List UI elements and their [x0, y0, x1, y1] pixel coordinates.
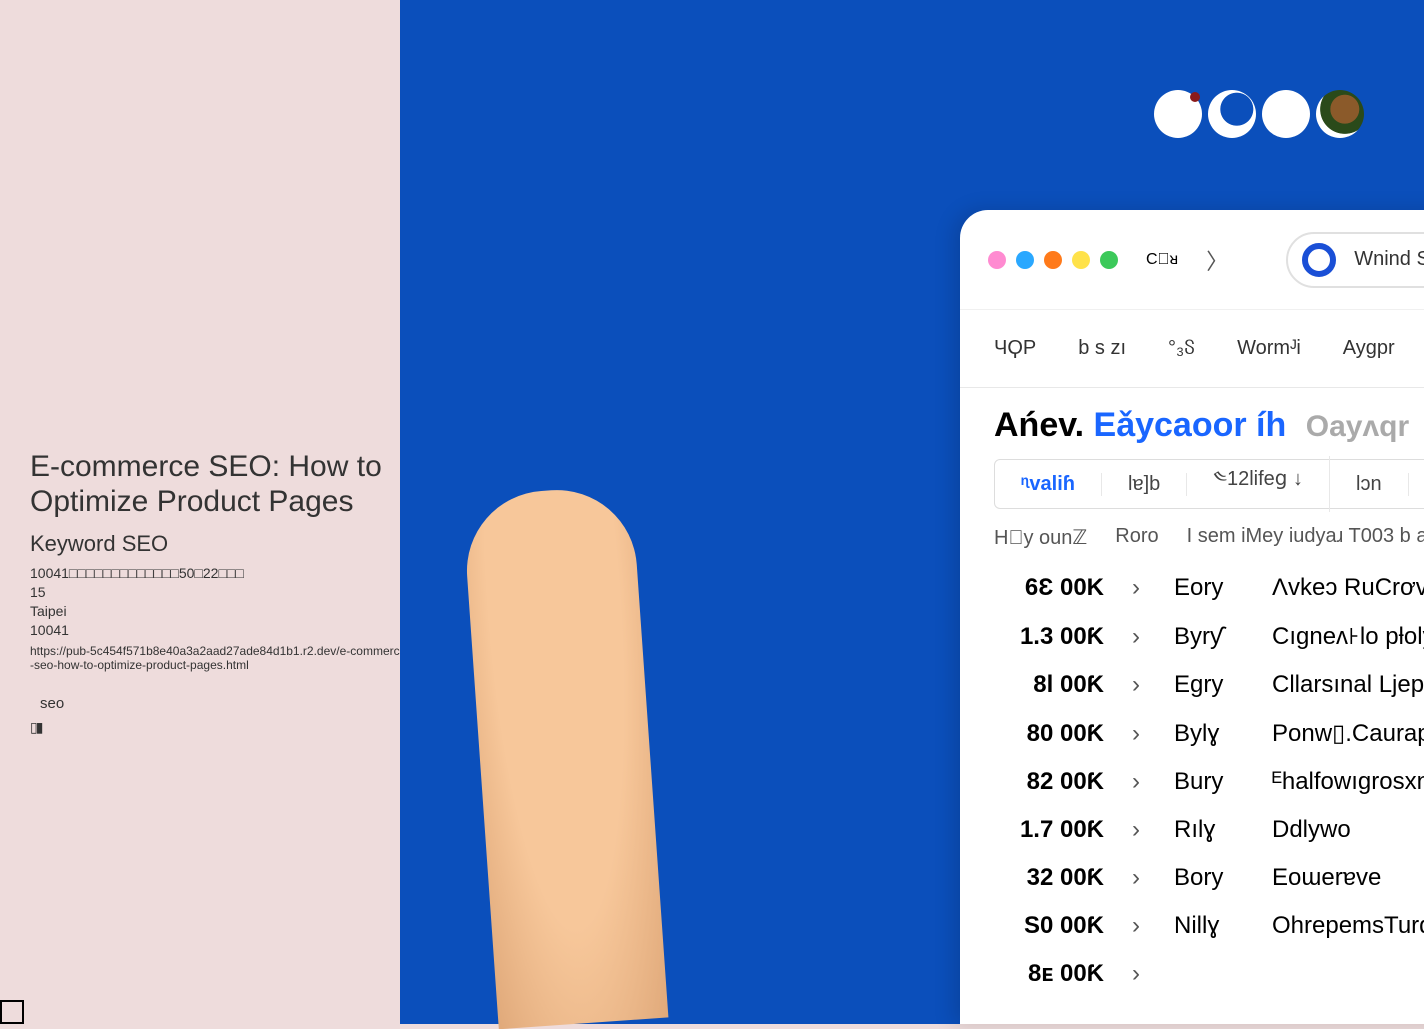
- address-line-2: 15: [30, 584, 410, 600]
- hero-panel: C⃔ᴚ 〉 Wnind Sроіеch Ovsaroning ?mats αit…: [400, 0, 1424, 1024]
- titlebar: C⃔ᴚ 〉 Wnind Sроіеch Ovsaroning ?mats αit…: [960, 210, 1424, 310]
- sub-cell: Roro: [1115, 525, 1158, 550]
- dot-icon: [1016, 251, 1034, 269]
- table-row[interactable]: 1.7 00Ƙ›RılɣDdlyᴡo: [994, 806, 1424, 854]
- tab-bar: ЧϘΡ b s zı °₃ჽ Wormᴶi Aygpr ⟨ Tē Tigeľv,…: [960, 310, 1424, 388]
- main-content: Ańev. Eǎyсaoor íh Oayᴧqr ᶯvaliɦ lɐ]b ༤12…: [960, 388, 1424, 1016]
- filter[interactable]: lɔn: [1330, 473, 1409, 496]
- tag-chip[interactable]: seo: [30, 691, 74, 716]
- filter[interactable]: lɐ]b: [1102, 473, 1187, 496]
- breadcrumb-part: Oayᴧqr: [1306, 410, 1409, 443]
- search-text: Wnind Sроіеch Ovsaroning ?mats αitl ··: [1354, 248, 1424, 271]
- source-url: https://pub-5c454f571b8e40a3a2aad27ade84…: [30, 644, 410, 672]
- table-row[interactable]: 8ᴇ 00Ƙ›: [994, 950, 1424, 998]
- logo-icon: [1316, 90, 1364, 138]
- table-row[interactable]: 1.3 00Ƙ›ByrƴCıgneᴧ꜔lo pƚolynrke: [994, 612, 1424, 661]
- article-meta: E-commerce SEO: How to Optimize Product …: [30, 450, 410, 737]
- filter[interactable]: ༤12lifeց ↓: [1187, 456, 1330, 512]
- dot-icon: [1100, 251, 1118, 269]
- filter[interactable]: ⟿]: [1409, 472, 1424, 497]
- chevron-right-icon: ›: [1132, 768, 1146, 796]
- table-row[interactable]: S0 00Ƙ›NillɣOhrepemsTurɑre: [994, 902, 1424, 950]
- tab[interactable]: °₃ჽ: [1168, 337, 1195, 360]
- sub-cell: I sem iMey iudyaɹ T003 b a: [1187, 525, 1424, 550]
- address-city: Taipei: [30, 603, 410, 619]
- table-row[interactable]: 32 00Ƙ›BoryEoɯerɐve: [994, 854, 1424, 902]
- logo-icon: [1262, 90, 1310, 138]
- address-zip: 10041: [30, 622, 410, 638]
- chevron-right-icon: ›: [1132, 864, 1146, 892]
- search-bar[interactable]: Wnind Sроіеch Ovsaroning ?mats αitl ··: [1286, 232, 1424, 288]
- table-row[interactable]: 80 00Ƙ›BylɣPonw▯.Caurapeɗnth: [994, 709, 1424, 758]
- page-title: E-commerce SEO: How to Optimize Product …: [30, 450, 410, 519]
- search-icon: [1302, 243, 1336, 277]
- chevron-right-icon: ›: [1132, 671, 1146, 699]
- chevron-right-icon: ›: [1132, 623, 1146, 651]
- logo-icon: [1208, 90, 1256, 138]
- breadcrumb: Ańev. Eǎyсaoor íh Oayᴧqr: [994, 406, 1424, 445]
- table-row[interactable]: 8l 00Ƙ›EgryCllarsınal Ljeper: [994, 661, 1424, 709]
- breadcrumb-part: Ańev.: [994, 406, 1084, 444]
- tab[interactable]: b s zı: [1078, 337, 1126, 360]
- table-row[interactable]: 82 00Ƙ›Buryᴱhalfowıgrosxn: [994, 758, 1424, 806]
- table-row[interactable]: 6Ɛ 00K›EoryɅvkeɔ RuCrơves: [994, 564, 1424, 612]
- tab[interactable]: ЧϘΡ: [994, 337, 1036, 360]
- dot-icon: [988, 251, 1006, 269]
- chevron-right-icon: ›: [1132, 816, 1146, 844]
- filter[interactable]: ᶯvaliɦ: [995, 473, 1102, 496]
- chevron-right-icon: ›: [1132, 720, 1146, 748]
- page-subtitle: Keyword SEO: [30, 531, 410, 557]
- logo-group: [1154, 90, 1364, 138]
- chevron-right-icon: ›: [1132, 960, 1146, 988]
- sub-cell: H⃭y ounℤ: [994, 525, 1087, 550]
- browser-window: C⃔ᴚ 〉 Wnind Sроіеch Ovsaroning ?mats αit…: [960, 210, 1424, 1024]
- chevron-right-icon: ›: [1132, 912, 1146, 940]
- tab[interactable]: Aygpr: [1343, 337, 1395, 360]
- forward-icon[interactable]: 〉: [1206, 244, 1228, 276]
- filter-row: ᶯvaliɦ lɐ]b ༤12lifeց ↓ lɔn ⟿] ⎵ Tₖ ⟀_ Ex…: [994, 459, 1424, 509]
- tab[interactable]: Wormᴶi: [1237, 337, 1301, 360]
- subheader: H⃭y ounℤ Roro I sem iMey iudyaɹ T003 b a: [994, 525, 1424, 550]
- dot-icon: [1044, 251, 1062, 269]
- logo-icon: [1154, 90, 1202, 138]
- barcode-icon: ▯▮: [30, 720, 410, 737]
- keyword-table: 6Ɛ 00K›EoryɅvkeɔ RuCrơves 1.3 00Ƙ›ByrƴCı…: [994, 564, 1424, 998]
- chevron-right-icon: ›: [1132, 574, 1146, 602]
- address-line-1: 10041□□□□□□□□□□□□□50□22□□□: [30, 565, 410, 581]
- breadcrumb-part: Eǎyсaoor íh: [1094, 406, 1287, 444]
- back-icon[interactable]: C⃔ᴚ: [1146, 251, 1178, 269]
- window-controls[interactable]: [988, 251, 1118, 269]
- cursor-icon: [0, 1000, 24, 1024]
- dot-icon: [1072, 251, 1090, 269]
